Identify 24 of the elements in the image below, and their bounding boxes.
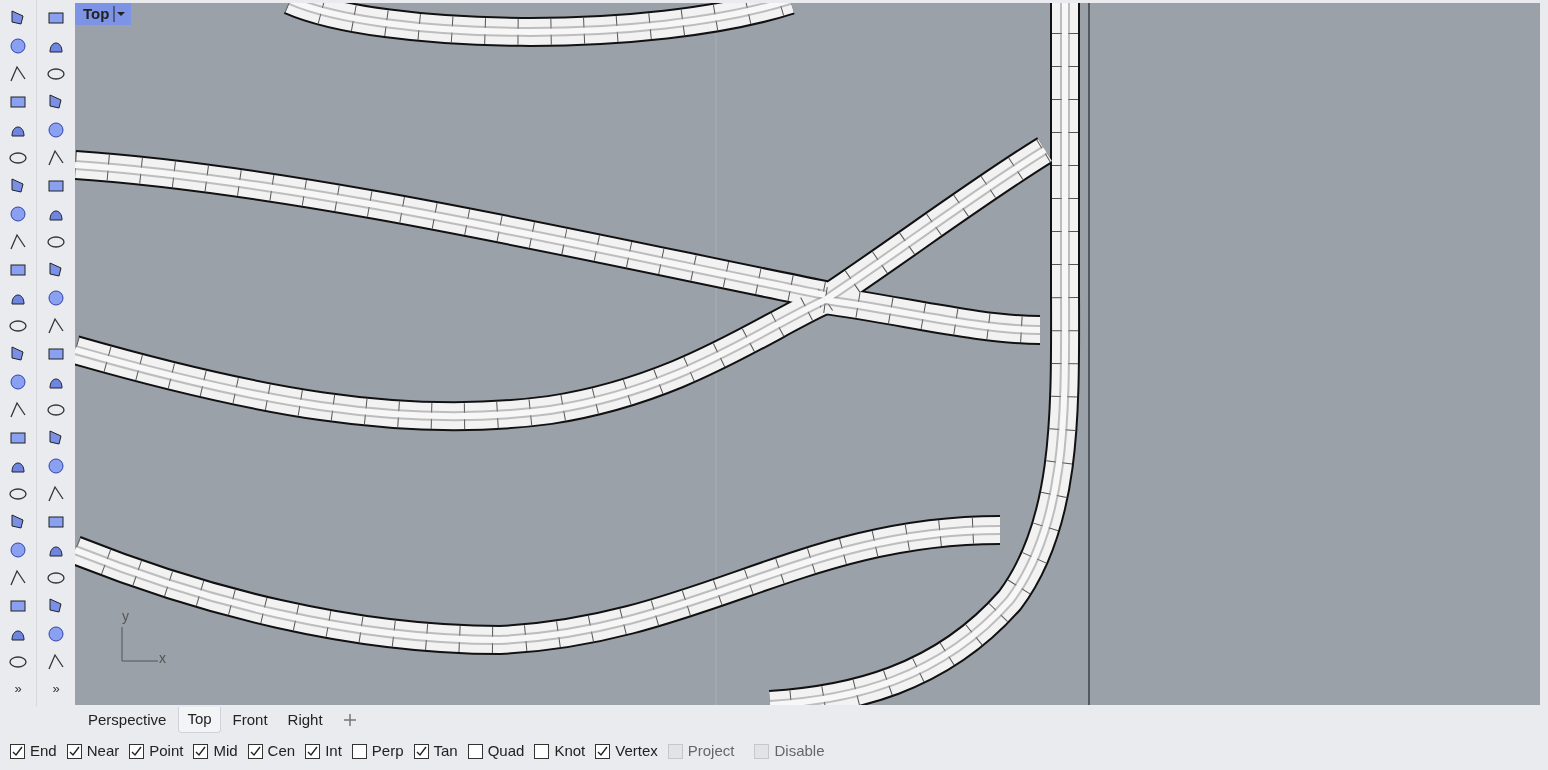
viewport[interactable]: Top y x (75, 3, 1540, 705)
axis-y-label: y (122, 609, 129, 623)
osnap-label: End (30, 740, 57, 761)
osnap-label: Quad (487, 740, 525, 761)
osnap-label: Vertex (615, 740, 658, 761)
osnap-label: Disable (774, 740, 825, 761)
osnap-label: Near (86, 740, 120, 761)
osnap-label: Point (149, 740, 184, 761)
viewport-tab[interactable]: Right (279, 707, 331, 733)
osnap-label: Cen (267, 740, 296, 761)
osnap-label: Project (687, 740, 735, 761)
viewport-tab[interactable]: Perspective (80, 707, 175, 733)
viewport-tab[interactable]: Front (224, 707, 276, 733)
toolbar-expand[interactable]: » (52, 682, 60, 695)
axis-x-label: x (159, 651, 166, 665)
osnap-label: Mid (213, 740, 238, 761)
osnap-label: Perp (371, 740, 404, 761)
viewport-name: Top (83, 3, 110, 24)
viewport-tab[interactable]: Top (178, 707, 221, 733)
osnap-label: Int (325, 740, 342, 761)
osnap-label: Knot (554, 740, 586, 761)
toolbar-expand[interactable]: » (14, 682, 22, 695)
viewport-title[interactable]: Top (75, 3, 132, 25)
osnap-label: Tan (433, 740, 458, 761)
